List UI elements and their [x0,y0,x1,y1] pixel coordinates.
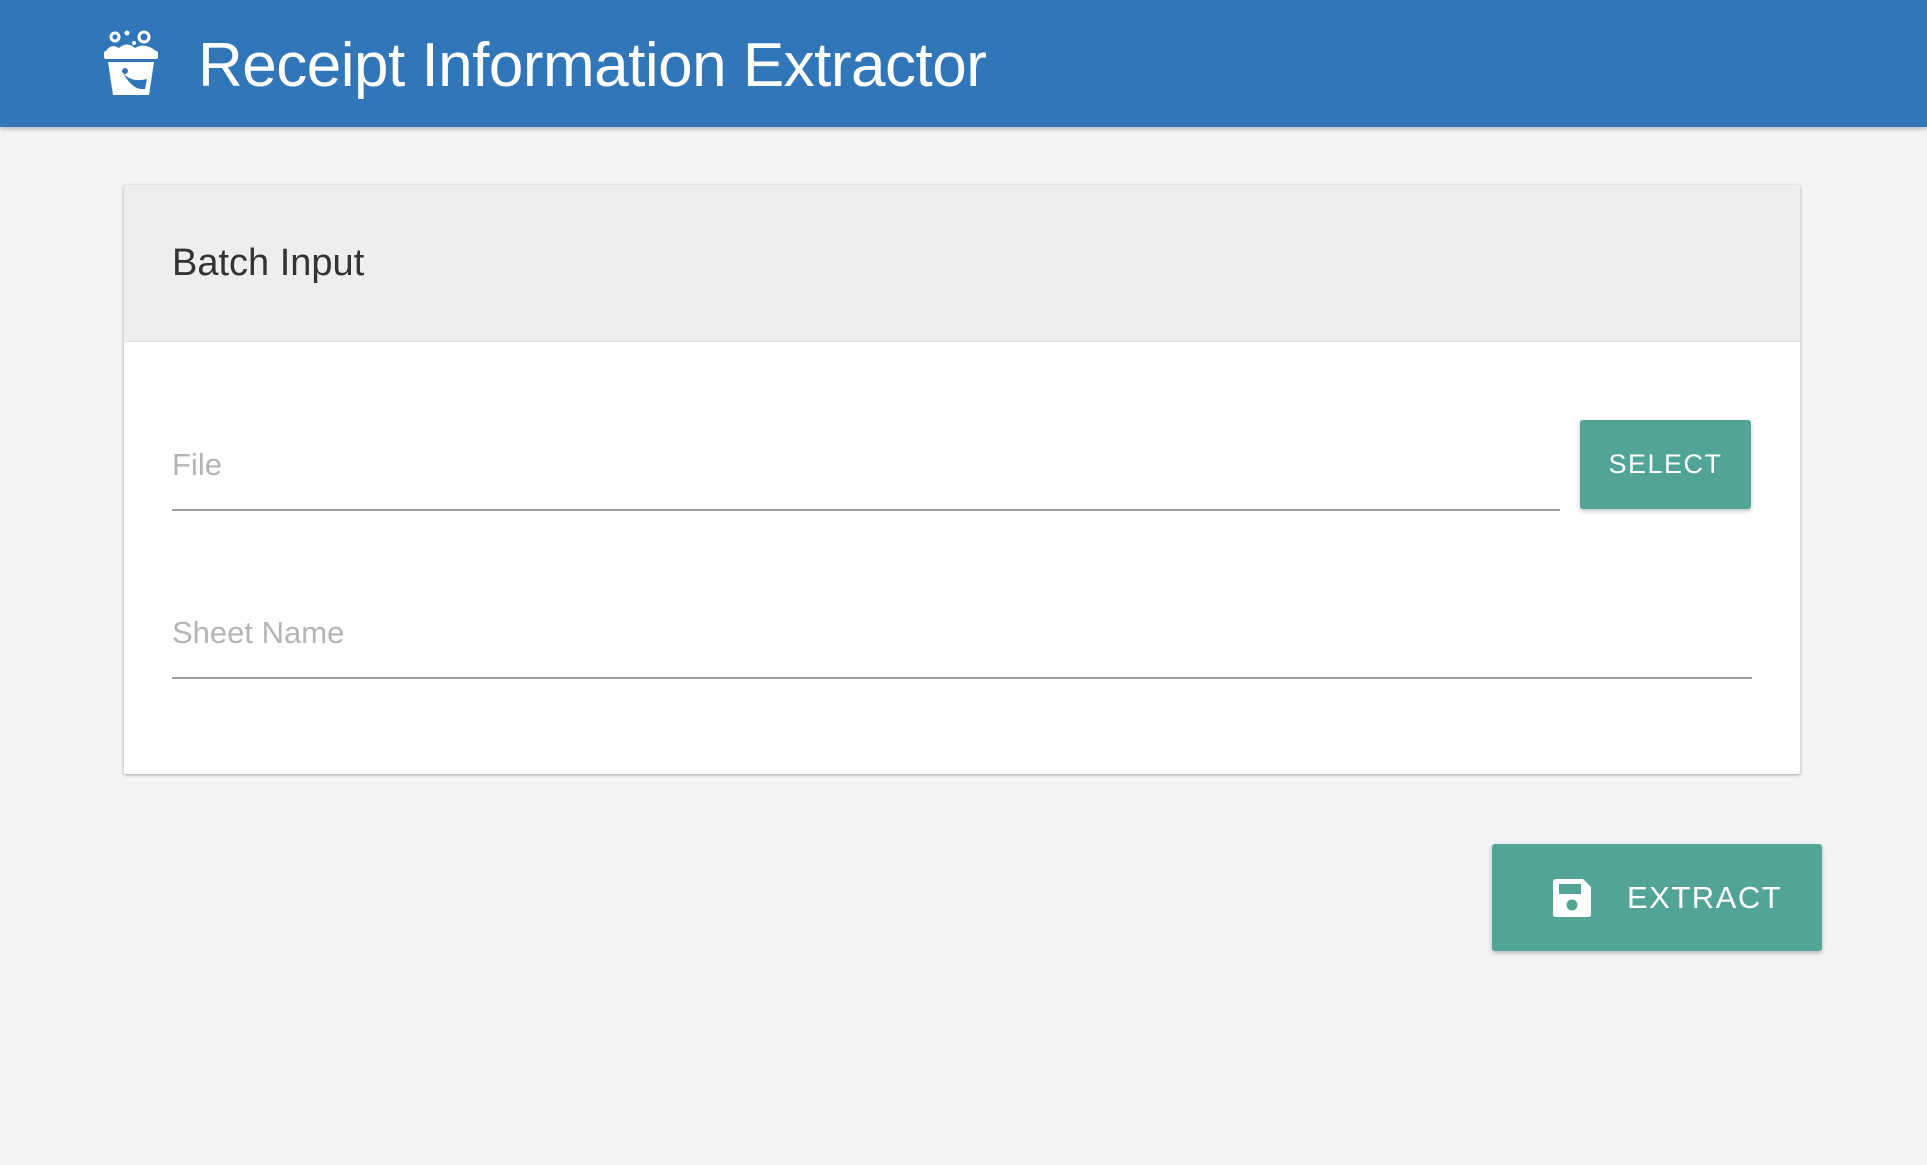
sheet-name-field-underline [172,677,1752,679]
sheet-name-field [172,588,1752,679]
file-field-underline [172,509,1560,511]
select-file-button[interactable]: SELECT [1580,420,1751,509]
batch-input-card: Batch Input SELECT [124,185,1800,774]
file-input[interactable] [172,420,1560,509]
file-field [172,420,1560,511]
bucket-icon [103,29,159,97]
sheet-name-input[interactable] [172,588,1752,677]
card-header: Batch Input [124,185,1800,342]
card-title: Batch Input [172,242,365,284]
floppy-disk-icon [1553,879,1591,917]
app-header: Receipt Information Extractor [0,0,1927,127]
app-title: Receipt Information Extractor [198,31,987,100]
extract-button-label: EXTRACT [1627,880,1783,915]
extract-button[interactable]: EXTRACT [1492,844,1822,951]
